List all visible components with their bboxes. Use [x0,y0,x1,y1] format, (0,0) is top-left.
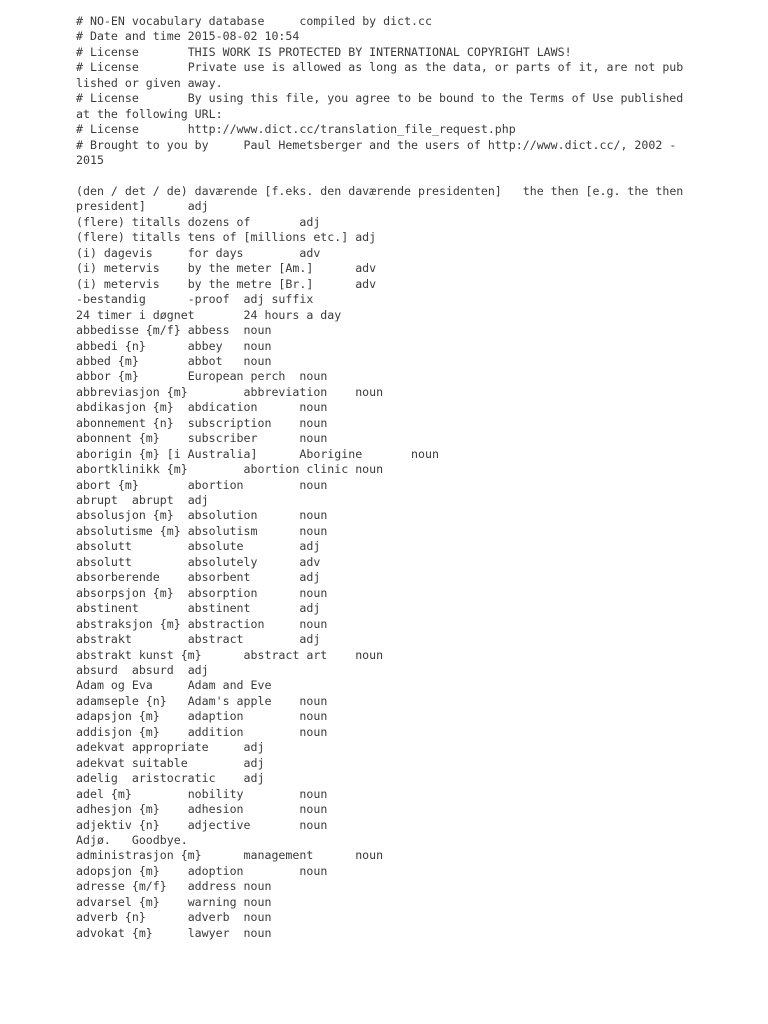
document-page: # NO-EN vocabulary database compiled by … [0,0,768,1024]
file-header-comment-block: # NO-EN vocabulary database compiled by … [76,14,684,168]
blank-line-separator [76,169,690,184]
text-file-content[interactable]: # NO-EN vocabulary database compiled by … [76,14,690,941]
vocabulary-entry-list: (den / det / de) daværende [f.eks. den d… [76,183,684,940]
